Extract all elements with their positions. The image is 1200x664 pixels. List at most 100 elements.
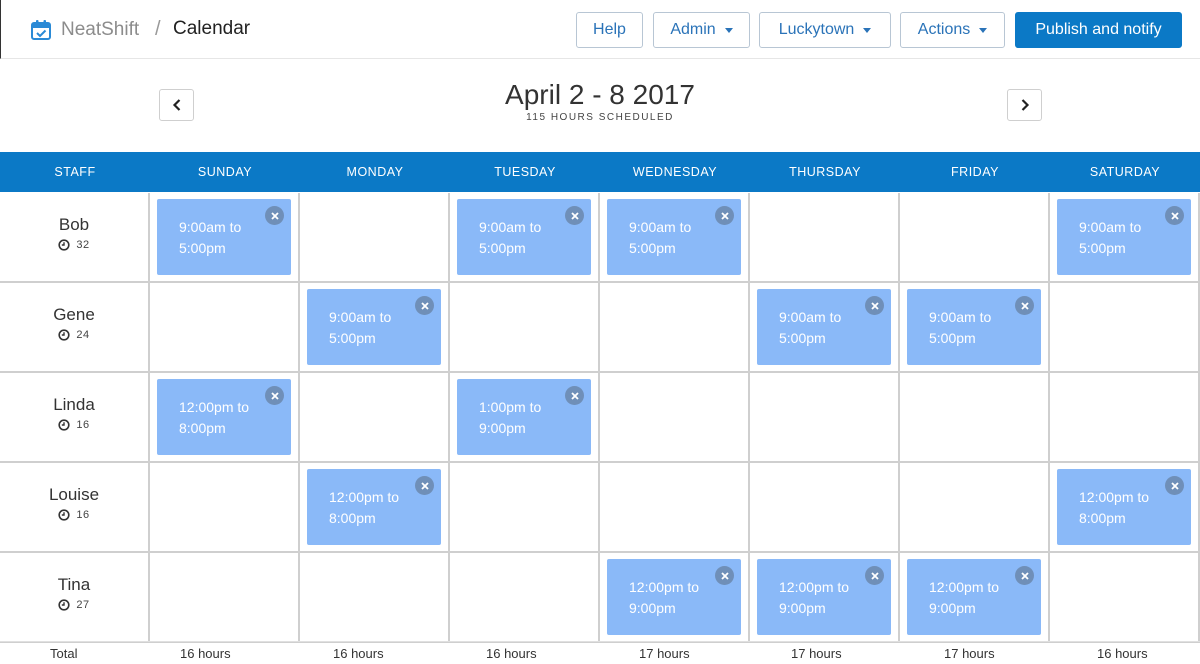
column-header-day-6: FRIDAY xyxy=(951,165,999,179)
day-cell[interactable] xyxy=(750,193,900,283)
remove-shift-button[interactable] xyxy=(565,386,584,405)
remove-shift-button[interactable] xyxy=(1015,296,1034,315)
day-cell[interactable] xyxy=(1050,283,1200,373)
day-cell[interactable]: 9:00am to 5:00pm xyxy=(600,193,750,283)
day-cell[interactable]: 12:00pm to 9:00pm xyxy=(900,553,1050,643)
clock-icon xyxy=(58,509,70,521)
staff-hours-value: 24 xyxy=(76,329,90,341)
day-cell[interactable] xyxy=(1050,553,1200,643)
close-icon xyxy=(1020,571,1029,580)
close-icon xyxy=(270,211,279,220)
day-cell[interactable] xyxy=(150,283,300,373)
day-cell[interactable] xyxy=(300,373,450,463)
actions-dropdown[interactable]: Actions xyxy=(900,12,1005,48)
shift-block[interactable]: 12:00pm to 8:00pm xyxy=(1057,469,1191,545)
location-dropdown[interactable]: Luckytown xyxy=(759,12,891,48)
remove-shift-button[interactable] xyxy=(1015,566,1034,585)
admin-dropdown-label: Admin xyxy=(670,21,716,38)
brand[interactable]: NeatShift xyxy=(30,17,139,43)
day-cell[interactable]: 9:00am to 5:00pm xyxy=(900,283,1050,373)
staff-row: Tina 27 12:00pm to 9:00pm 12:00pm to 9:00pm 12… xyxy=(0,553,1200,643)
day-cell[interactable]: 1:00pm to 9:00pm xyxy=(450,373,600,463)
day-cell[interactable]: 9:00am to 5:00pm xyxy=(750,283,900,373)
shift-end: 9:00pm xyxy=(479,420,526,436)
remove-shift-button[interactable] xyxy=(565,206,584,225)
shift-block[interactable]: 9:00am to 5:00pm xyxy=(1057,199,1191,275)
day-cell[interactable]: 9:00am to 5:00pm xyxy=(1050,193,1200,283)
staff-cell[interactable]: Bob 32 xyxy=(0,193,150,283)
shift-end: 9:00pm xyxy=(629,600,676,616)
shift-block[interactable]: 1:00pm to 9:00pm xyxy=(457,379,591,455)
shift-end: 8:00pm xyxy=(329,510,376,526)
column-header-staff: STAFF xyxy=(54,165,96,179)
day-cell[interactable] xyxy=(900,463,1050,553)
day-cell[interactable]: 12:00pm to 9:00pm xyxy=(750,553,900,643)
next-week-button[interactable] xyxy=(1007,89,1042,121)
day-cell[interactable] xyxy=(1050,373,1200,463)
staff-cell[interactable]: Linda 16 xyxy=(0,373,150,463)
day-cell[interactable]: 9:00am to 5:00pm xyxy=(450,193,600,283)
remove-shift-button[interactable] xyxy=(415,296,434,315)
day-cell[interactable] xyxy=(450,553,600,643)
day-cell[interactable]: 12:00pm to 9:00pm xyxy=(600,553,750,643)
day-cell[interactable] xyxy=(450,283,600,373)
shift-block[interactable]: 9:00am to 5:00pm xyxy=(907,289,1041,365)
location-dropdown-label: Luckytown xyxy=(778,21,855,38)
shift-block[interactable]: 12:00pm to 8:00pm xyxy=(307,469,441,545)
shift-block[interactable]: 9:00am to 5:00pm xyxy=(757,289,891,365)
close-icon xyxy=(570,391,579,400)
day-cell[interactable] xyxy=(900,373,1050,463)
breadcrumb-separator: / xyxy=(155,18,161,40)
staff-row: Linda 16 12:00pm to 8:00pm 1:00pm to 9:00pm xyxy=(0,373,1200,463)
remove-shift-button[interactable] xyxy=(1165,206,1184,225)
remove-shift-button[interactable] xyxy=(415,476,434,495)
day-cell[interactable] xyxy=(300,553,450,643)
shift-block[interactable]: 12:00pm to 9:00pm xyxy=(757,559,891,635)
column-header-day-2: MONDAY xyxy=(346,165,404,179)
remove-shift-button[interactable] xyxy=(265,386,284,405)
staff-cell[interactable]: Louise 16 xyxy=(0,463,150,553)
column-header-day-7: SATURDAY xyxy=(1089,165,1161,179)
day-cell[interactable] xyxy=(600,283,750,373)
chevron-right-icon xyxy=(1021,99,1029,111)
remove-shift-button[interactable] xyxy=(1165,476,1184,495)
day-cell[interactable]: 12:00pm to 8:00pm xyxy=(1050,463,1200,553)
remove-shift-button[interactable] xyxy=(865,296,884,315)
remove-shift-button[interactable] xyxy=(865,566,884,585)
day-cell[interactable]: 9:00am to 5:00pm xyxy=(300,283,450,373)
shift-block[interactable]: 12:00pm to 9:00pm xyxy=(607,559,741,635)
day-cell[interactable] xyxy=(300,193,450,283)
remove-shift-button[interactable] xyxy=(265,206,284,225)
caret-down-icon xyxy=(863,27,872,33)
staff-row: Gene 24 9:00am to 5:00pm 9:00am to 5:00pm 9:00… xyxy=(0,283,1200,373)
day-cell[interactable] xyxy=(150,463,300,553)
day-cell[interactable] xyxy=(600,463,750,553)
day-cell[interactable] xyxy=(900,193,1050,283)
day-cell[interactable] xyxy=(750,373,900,463)
remove-shift-button[interactable] xyxy=(715,566,734,585)
day-total: 17 hours xyxy=(944,646,995,661)
day-cell[interactable] xyxy=(450,463,600,553)
shift-block[interactable]: 12:00pm to 8:00pm xyxy=(157,379,291,455)
staff-cell[interactable]: Gene 24 xyxy=(0,283,150,373)
staff-cell[interactable]: Tina 27 xyxy=(0,553,150,643)
close-icon xyxy=(270,391,279,400)
shift-block[interactable]: 9:00am to 5:00pm xyxy=(457,199,591,275)
clock-icon xyxy=(58,329,70,341)
remove-shift-button[interactable] xyxy=(715,206,734,225)
publish-and-notify-button[interactable]: Publish and notify xyxy=(1015,12,1182,48)
day-cell[interactable] xyxy=(150,553,300,643)
shift-block[interactable]: 9:00am to 5:00pm xyxy=(307,289,441,365)
admin-dropdown[interactable]: Admin xyxy=(653,12,750,48)
day-cell[interactable]: 12:00pm to 8:00pm xyxy=(300,463,450,553)
day-cell[interactable] xyxy=(600,373,750,463)
shift-block[interactable]: 12:00pm to 9:00pm xyxy=(907,559,1041,635)
close-icon xyxy=(1170,211,1179,220)
shift-block[interactable]: 9:00am to 5:00pm xyxy=(607,199,741,275)
help-button[interactable]: Help xyxy=(576,12,643,48)
day-cell[interactable] xyxy=(750,463,900,553)
shift-block[interactable]: 9:00am to 5:00pm xyxy=(157,199,291,275)
day-cell[interactable]: 12:00pm to 8:00pm xyxy=(150,373,300,463)
staff-hours-value: 16 xyxy=(76,419,90,431)
day-cell[interactable]: 9:00am to 5:00pm xyxy=(150,193,300,283)
